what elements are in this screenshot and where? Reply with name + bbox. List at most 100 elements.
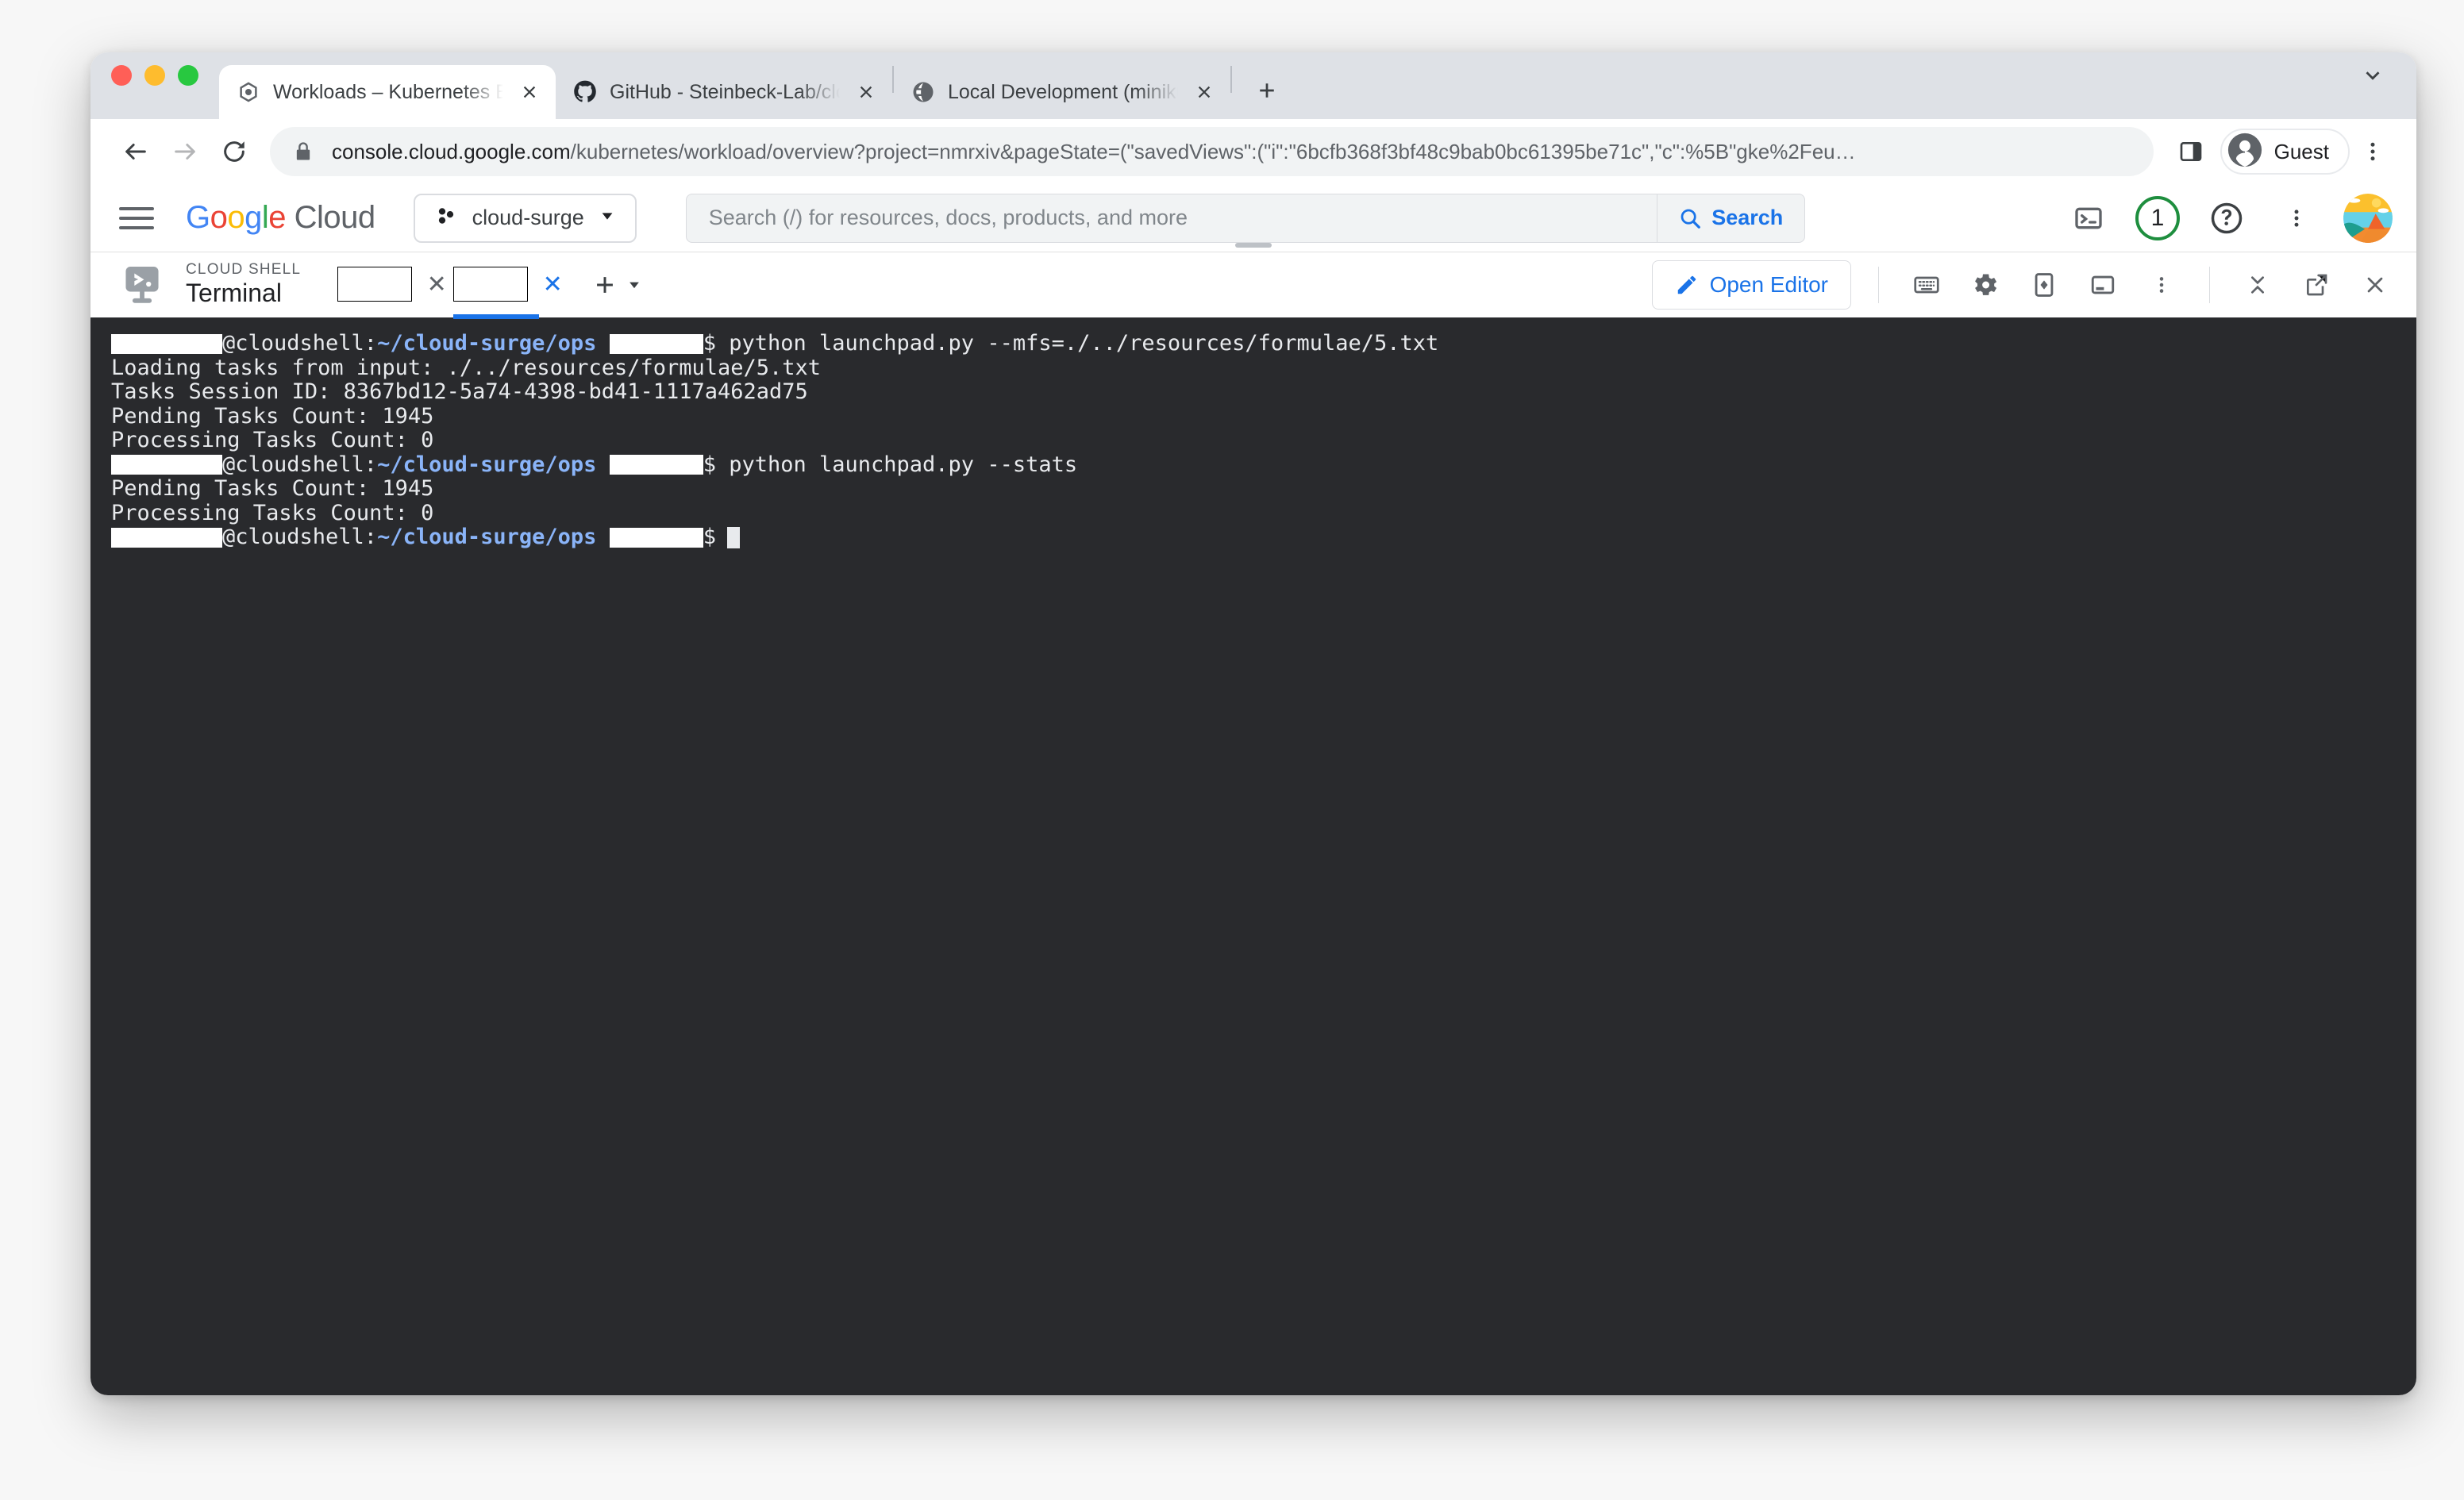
search-button[interactable]: Search	[1656, 194, 1804, 242]
redacted-branch	[609, 455, 703, 475]
terminal-cursor	[726, 526, 740, 548]
forward-button[interactable]	[160, 127, 210, 176]
cloud-shell-title: Terminal	[186, 279, 282, 308]
terminal-prompt-symbol: $	[703, 331, 716, 356]
project-icon	[434, 204, 458, 232]
toolbar-divider	[2209, 267, 2210, 303]
browser-tab-title: GitHub - Steinbeck-Lab/cloud	[610, 80, 840, 103]
close-tab-icon[interactable]	[851, 77, 881, 107]
open-editor-button[interactable]: Open Editor	[1651, 260, 1851, 310]
cloud-shell-actions: Open Editor	[1651, 260, 2396, 310]
terminal-output: Pending Tasks Count: 1945	[111, 403, 434, 429]
user-avatar[interactable]	[2343, 193, 2393, 243]
notifications-badge[interactable]: 1	[2135, 195, 2180, 240]
maximize-window-button[interactable]	[178, 65, 198, 86]
browser-tab-workloads[interactable]: Workloads – Kubernetes Engin	[219, 65, 556, 119]
cloud-shell-bar: CLOUD SHELL Terminal ✕ ✕ Open Editor	[90, 243, 2416, 319]
minimize-shell-icon[interactable]	[2237, 264, 2278, 306]
activate-cloud-shell-icon[interactable]	[2066, 195, 2112, 241]
open-in-new-tab-icon[interactable]	[2296, 264, 2337, 306]
cloud-shell-resize-handle[interactable]	[1235, 243, 1272, 248]
open-editor-label: Open Editor	[1709, 272, 1828, 297]
search-bar[interactable]: Search (/) for resources, docs, products…	[685, 193, 1805, 243]
project-name: cloud-surge	[472, 206, 584, 229]
terminal-command: python launchpad.py --stats	[715, 452, 1078, 477]
terminal-output: Pending Tasks Count: 1945	[111, 476, 434, 501]
pencil-icon	[1677, 275, 1696, 294]
close-window-button[interactable]	[111, 65, 132, 86]
cloud-shell-session-tab[interactable]: ✕	[453, 267, 566, 319]
terminal-path: ~/cloud-surge/ops	[377, 331, 597, 356]
terminal-prompt-symbol: $	[703, 525, 716, 549]
google-cloud-logo[interactable]: Google Cloud	[186, 200, 375, 236]
profile-button[interactable]: Guest	[2220, 129, 2350, 175]
cloud-shell-icon	[117, 260, 167, 310]
search-button-label: Search	[1711, 206, 1784, 229]
cloud-shell-session-tabs: ✕ ✕	[337, 267, 642, 319]
browser-tab-title: Workloads – Kubernetes Engin	[273, 80, 503, 103]
terminal-line: Processing Tasks Count: 0	[111, 501, 2416, 526]
terminal-line: Tasks Session ID: 8367bd12-5a74-4398-bd4…	[111, 379, 2416, 405]
browser-tabs: Workloads – Kubernetes Engin GitHub - St…	[219, 52, 1289, 119]
redacted-username	[111, 527, 222, 548]
browser-window: Workloads – Kubernetes Engin GitHub - St…	[90, 52, 2416, 1395]
web-preview-icon[interactable]	[2023, 264, 2065, 306]
close-tab-icon[interactable]	[1189, 77, 1219, 107]
new-tab-button[interactable]	[1245, 68, 1289, 113]
chrome-menu-icon[interactable]	[2350, 129, 2396, 175]
terminal-line: Processing Tasks Count: 0	[111, 428, 2416, 453]
back-button[interactable]	[111, 127, 160, 176]
more-options-icon[interactable]	[2273, 195, 2320, 241]
terminal-path: ~/cloud-surge/ops	[377, 525, 597, 549]
terminal-line: @cloudshell: ~/cloud-surge/ops $ python l…	[111, 452, 2416, 478]
reload-button[interactable]	[210, 127, 259, 176]
globe-icon	[911, 80, 935, 104]
search-icon	[1681, 209, 1701, 229]
cloud-shell-titles: CLOUD SHELL Terminal	[186, 261, 301, 308]
terminal-line: Pending Tasks Count: 1945	[111, 403, 2416, 429]
lock-icon	[292, 140, 324, 163]
keyboard-icon[interactable]	[1906, 264, 1947, 306]
close-session-icon[interactable]: ✕	[423, 271, 450, 298]
settings-gear-icon[interactable]	[1965, 264, 2006, 306]
close-tab-icon[interactable]	[514, 77, 545, 107]
minimize-window-button[interactable]	[144, 65, 165, 86]
terminal-line: @cloudshell: ~/cloud-surge/ops $ python l…	[111, 331, 2416, 356]
tab-strip: Workloads – Kubernetes Engin GitHub - St…	[90, 52, 2416, 119]
browser-tab-title: Local Development (minikube)	[948, 80, 1178, 103]
open-new-window-icon[interactable]	[2082, 264, 2123, 306]
tab-divider	[1230, 66, 1232, 93]
terminal-output: Processing Tasks Count: 0	[111, 428, 434, 452]
terminal-line: Pending Tasks Count: 1945	[111, 476, 2416, 502]
terminal-prompt-symbol: $	[703, 452, 716, 477]
terminal-host: @cloudshell:	[222, 331, 378, 356]
close-session-icon[interactable]: ✕	[539, 271, 566, 298]
browser-tab-local-development[interactable]: Local Development (minikube)	[894, 65, 1230, 119]
toolbar-divider	[1878, 267, 1879, 303]
window-traffic-lights	[111, 52, 198, 119]
help-icon[interactable]	[2204, 195, 2250, 241]
navigation-menu-icon[interactable]	[114, 196, 159, 240]
browser-toolbar: console.cloud.google.com/kubernetes/work…	[90, 119, 2416, 184]
close-shell-icon[interactable]	[2354, 264, 2396, 306]
new-session-button[interactable]	[591, 271, 642, 298]
redacted-username	[111, 333, 222, 354]
url-path: /kubernetes/workload/overview?project=nm…	[570, 139, 1856, 163]
address-bar[interactable]: console.cloud.google.com/kubernetes/work…	[270, 127, 2154, 176]
tab-search-chevron-icon[interactable]	[2361, 63, 2385, 91]
terminal-command: python launchpad.py --mfs=./../resources…	[715, 331, 1439, 356]
side-panel-icon[interactable]	[2168, 129, 2214, 175]
redacted-branch	[609, 527, 703, 548]
gke-icon	[237, 80, 260, 104]
redacted-branch	[609, 333, 703, 354]
notification-count: 1	[2150, 204, 2165, 231]
url-host: console.cloud.google.com	[332, 139, 571, 163]
cloud-shell-terminal[interactable]: @cloudshell: ~/cloud-surge/ops $ python l…	[90, 317, 2416, 1395]
cloud-shell-session-tab[interactable]: ✕	[337, 267, 450, 303]
project-selector[interactable]: cloud-surge	[413, 193, 637, 243]
browser-tab-github[interactable]: GitHub - Steinbeck-Lab/cloud	[556, 65, 892, 119]
search-input[interactable]: Search (/) for resources, docs, products…	[687, 206, 1657, 230]
terminal-host: @cloudshell:	[222, 525, 378, 549]
terminal-output: Tasks Session ID: 8367bd12-5a74-4398-bd4…	[111, 379, 808, 404]
cloud-shell-more-icon[interactable]	[2141, 264, 2182, 306]
